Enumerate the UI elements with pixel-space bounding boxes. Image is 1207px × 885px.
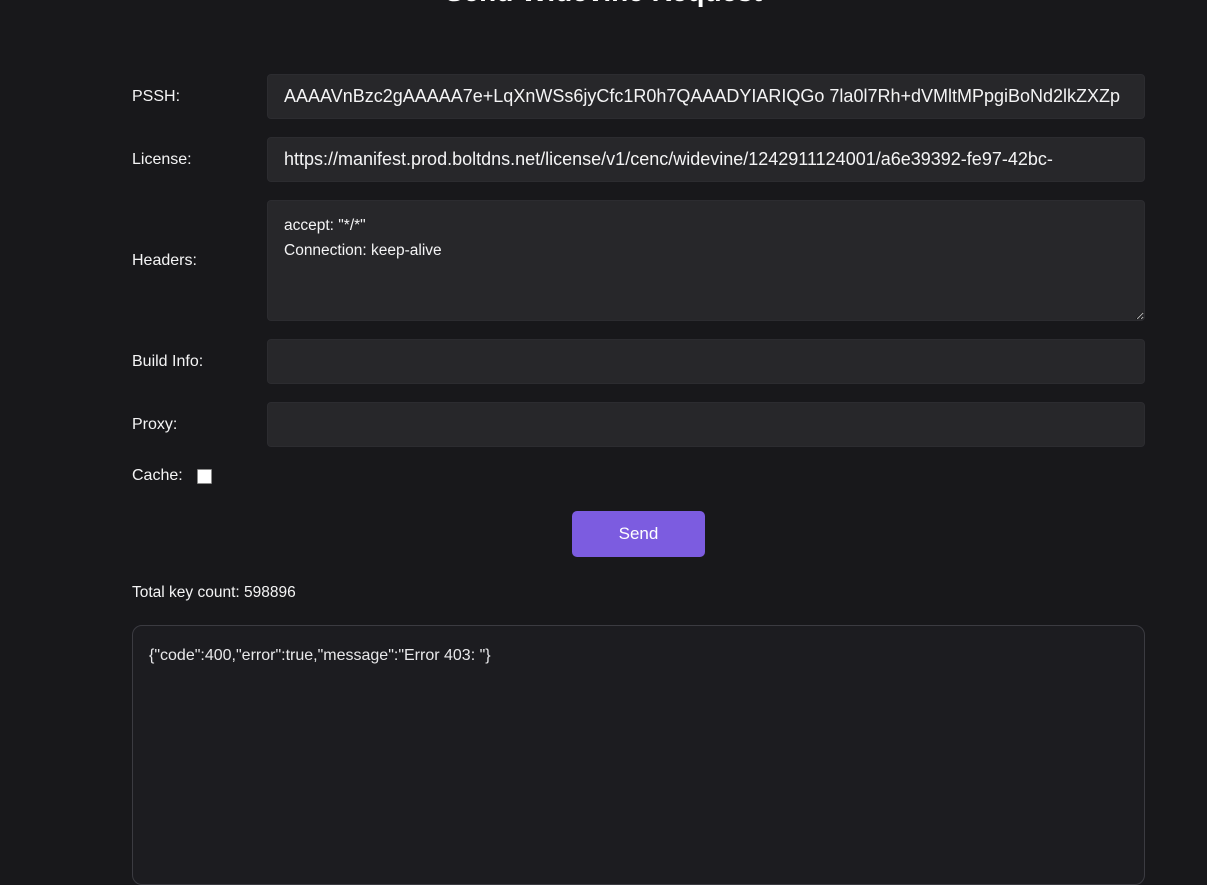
response-text: {"code":400,"error":true,"message":"Erro… xyxy=(149,647,491,664)
headers-textarea[interactable]: accept: "*/*" Connection: keep-alive xyxy=(267,200,1145,321)
pssh-label: PSSH: xyxy=(132,87,181,105)
build-info-input[interactable] xyxy=(267,339,1145,384)
form-row-headers: Headers: accept: "*/*" Connection: keep-… xyxy=(132,200,1207,321)
response-box: {"code":400,"error":true,"message":"Erro… xyxy=(132,625,1145,885)
total-key-count: Total key count: 598896 xyxy=(132,584,296,601)
headers-label: Headers: xyxy=(132,251,197,269)
send-button[interactable]: Send xyxy=(572,511,705,557)
form-row-build-info: Build Info: xyxy=(132,339,1207,384)
request-form: PSSH: License: Headers: accept: "*/*" Co… xyxy=(0,8,1207,885)
page-title: Send Widevine Request xyxy=(0,0,1207,8)
form-row-pssh: PSSH: xyxy=(132,74,1207,119)
proxy-input[interactable] xyxy=(267,402,1145,447)
license-label: License: xyxy=(132,150,192,168)
build-info-label: Build Info: xyxy=(132,352,204,370)
widevine-request-page: Send Widevine Request PSSH: License: Hea… xyxy=(0,0,1207,885)
form-row-cache: Cache: xyxy=(132,467,1207,485)
form-row-license: License: xyxy=(132,137,1207,182)
cache-checkbox[interactable] xyxy=(196,468,212,484)
pssh-input[interactable] xyxy=(267,74,1145,119)
cache-label: Cache: xyxy=(132,467,183,484)
form-row-proxy: Proxy: xyxy=(132,402,1207,447)
proxy-label: Proxy: xyxy=(132,415,178,433)
license-input[interactable] xyxy=(267,137,1145,182)
